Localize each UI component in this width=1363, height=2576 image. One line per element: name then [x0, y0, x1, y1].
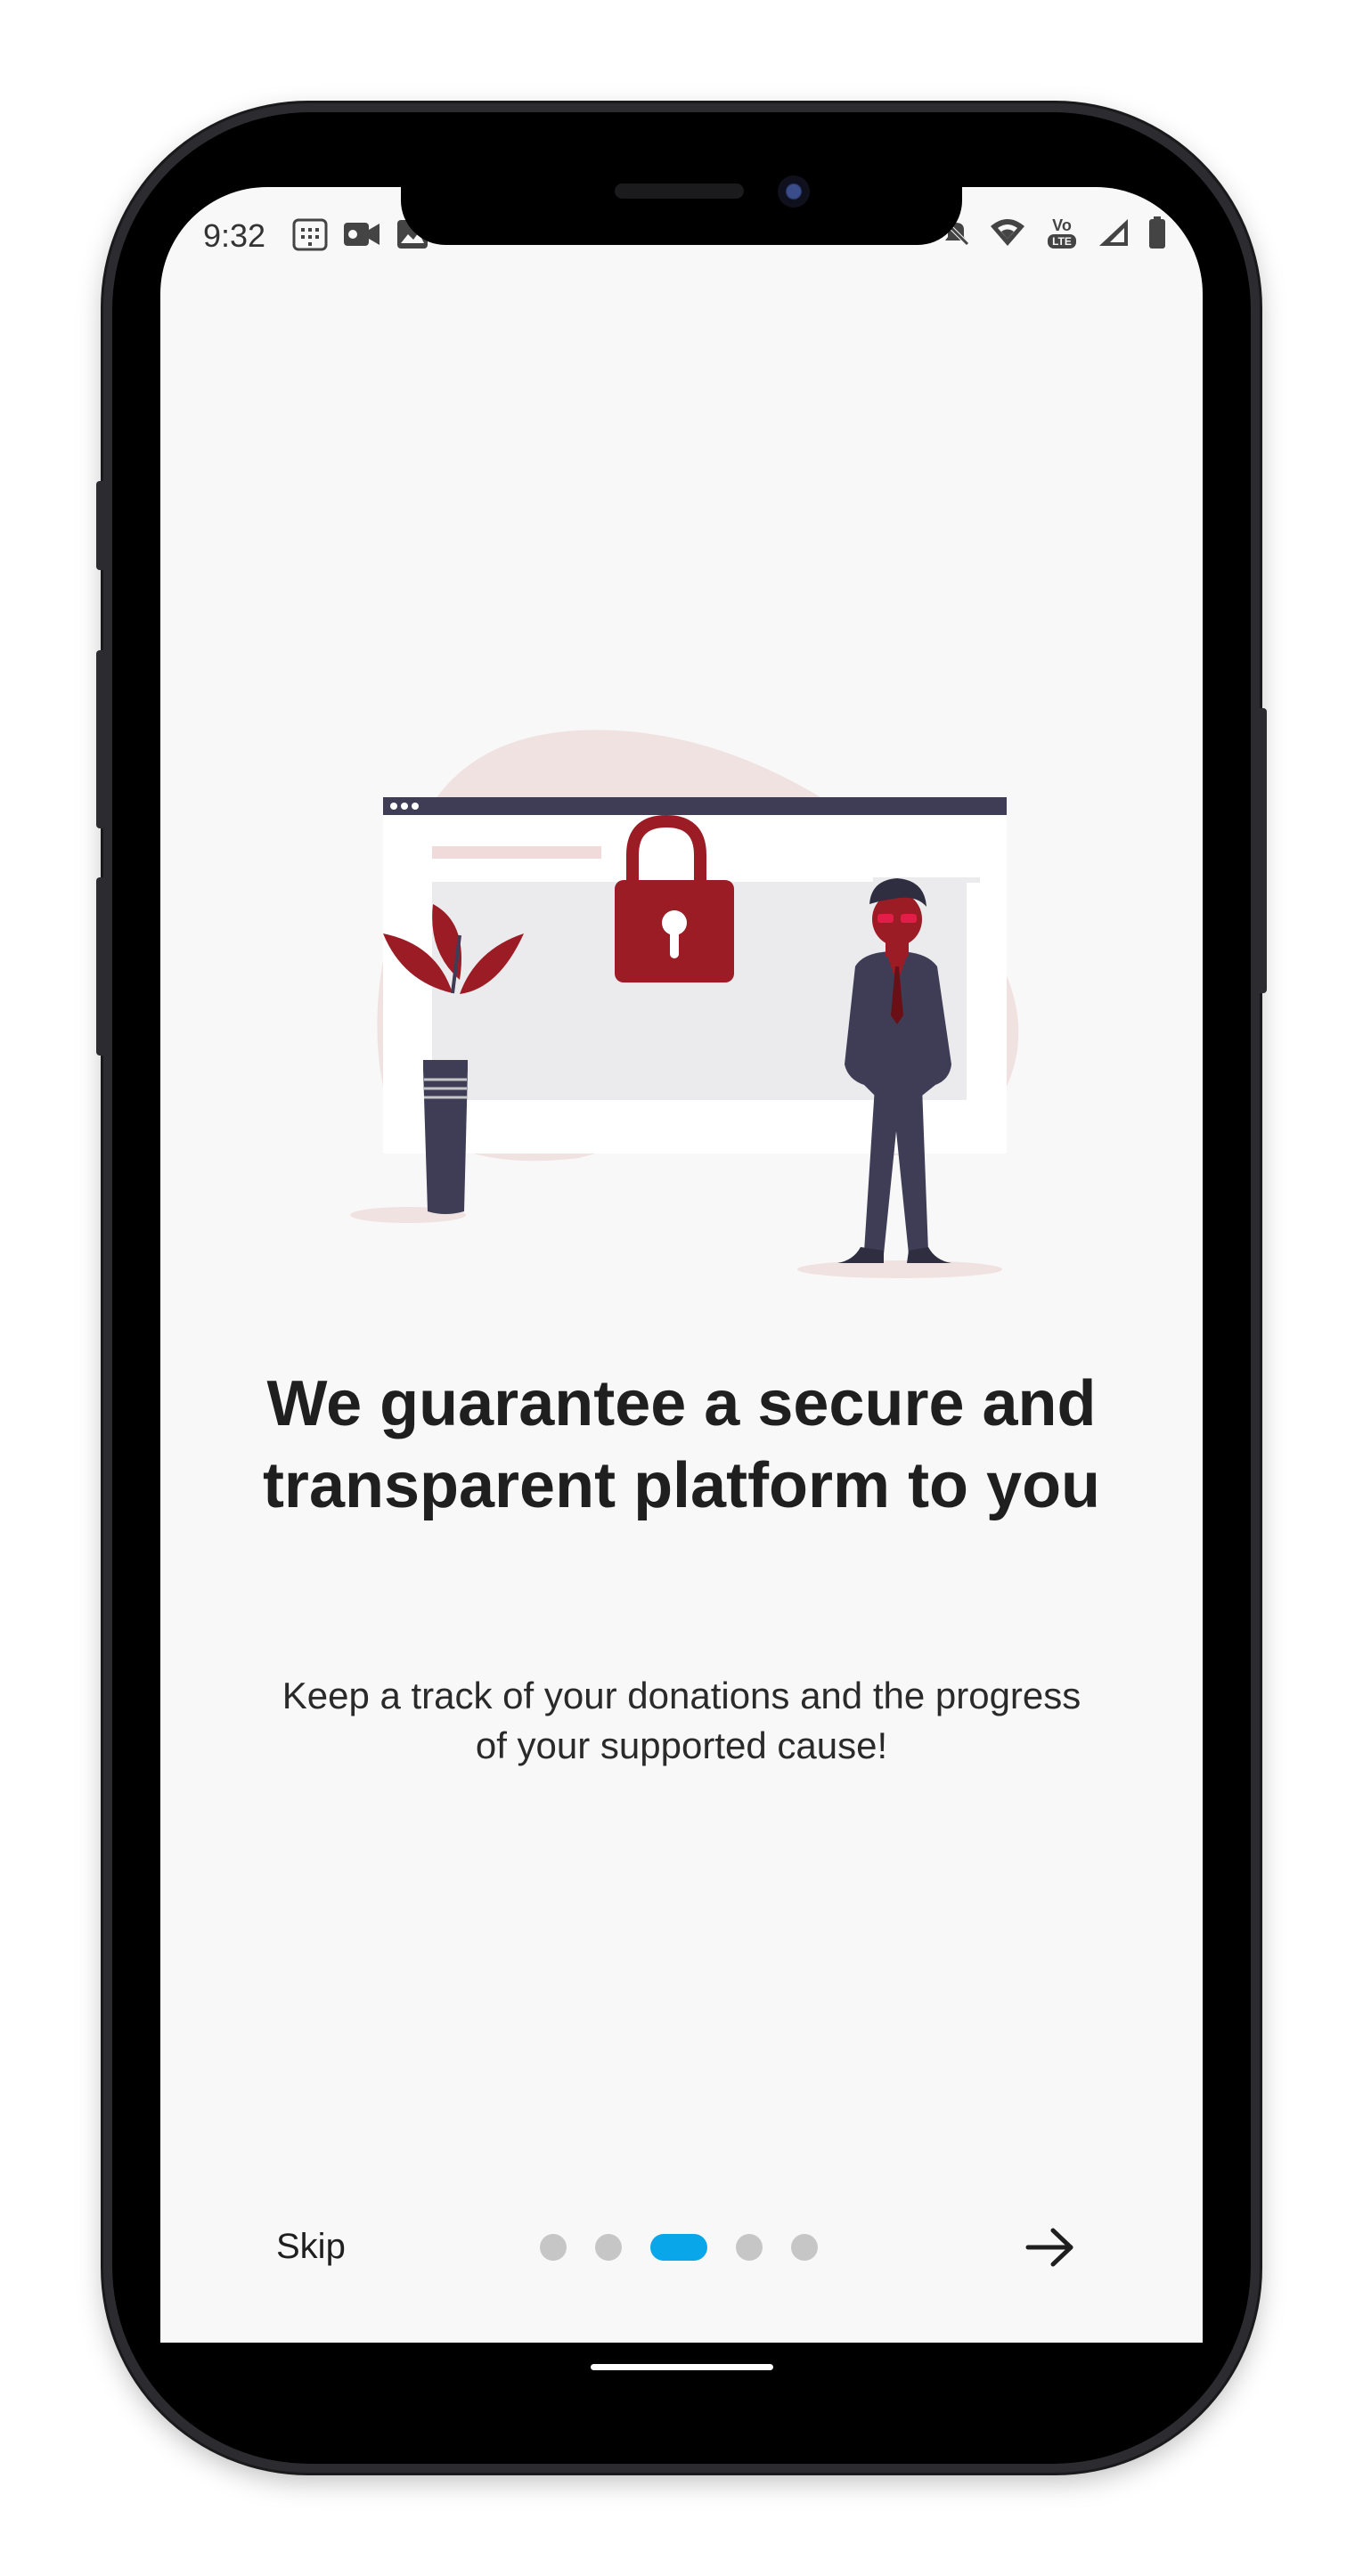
onboarding-title: We guarantee a secure and transparent pl…	[262, 1368, 1101, 1521]
volte-label-top: Vo	[1052, 216, 1072, 234]
bottom-bezel	[160, 2343, 1203, 2423]
page-dot[interactable]	[736, 2234, 763, 2261]
mute-switch	[96, 481, 107, 570]
page-indicator	[540, 2234, 818, 2261]
volte-icon: Vo LTE	[1044, 217, 1080, 249]
browser-dot	[401, 803, 408, 810]
security-illustration	[350, 730, 1019, 1278]
calendar-icon	[292, 218, 328, 251]
front-camera	[778, 175, 810, 208]
page-dot[interactable]	[595, 2234, 622, 2261]
page-dot[interactable]	[791, 2234, 818, 2261]
volte-label-bottom: LTE	[1048, 233, 1076, 249]
arrow-right-icon	[1025, 2228, 1073, 2267]
earpiece-speaker	[615, 183, 744, 199]
wifi-icon	[991, 219, 1024, 246]
next-button[interactable]	[1024, 2225, 1078, 2270]
status-right-icons: Vo LTE	[941, 216, 1167, 249]
onboarding-subtitle: Keep a track of your donations and the p…	[282, 1675, 1081, 1766]
browser-title-bar	[383, 797, 1007, 815]
volume-up-button	[96, 650, 107, 828]
battery-icon	[1149, 216, 1165, 249]
status-time: 9:32	[203, 217, 266, 254]
signal-icon	[1099, 219, 1128, 246]
skip-button[interactable]: Skip	[276, 2227, 346, 2267]
volume-down-button	[96, 877, 107, 1056]
home-indicator[interactable]	[591, 2364, 773, 2370]
page-dot[interactable]	[540, 2234, 567, 2261]
browser-header-line	[432, 846, 601, 859]
browser-dot	[412, 803, 419, 810]
browser-dot	[390, 803, 397, 810]
page-dot-active[interactable]	[650, 2234, 707, 2261]
power-button	[1256, 708, 1267, 993]
video-camera-icon	[344, 223, 380, 246]
